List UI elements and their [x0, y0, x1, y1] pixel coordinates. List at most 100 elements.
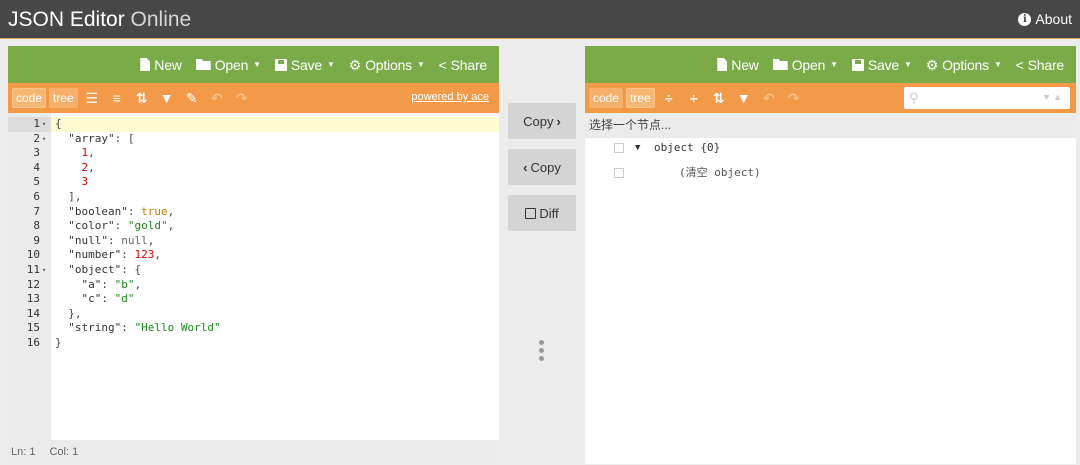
code-line[interactable]: 10 "number": 123, — [8, 248, 499, 263]
drag-handle-icon[interactable] — [614, 168, 624, 178]
gear-icon: ⚙ — [348, 56, 362, 73]
right-tree-mode-button[interactable]: tree — [626, 88, 655, 108]
undo-icon[interactable]: ↶ — [758, 87, 780, 109]
code-line[interactable]: 16} — [8, 336, 499, 351]
code-editor[interactable]: 1 ▾{2 ▾ "array": [3 1, 4 2, 5 36 ], 7 "boolea… — [8, 113, 499, 440]
line-number: 3 — [33, 146, 40, 160]
tree-search-input[interactable]: ⚲ ▼▲ — [904, 87, 1070, 109]
splitter-handle[interactable] — [539, 340, 545, 366]
code-line[interactable]: 6 ], — [8, 190, 499, 205]
cursor-column: Col: 1 — [49, 446, 79, 458]
caret-down-icon: ▼ — [416, 60, 425, 69]
code-line[interactable]: 12 "a": "b", — [8, 278, 499, 293]
code-text: 3 — [81, 175, 89, 189]
search-nav-arrows-icon[interactable]: ▼▲ — [1042, 92, 1064, 102]
code-text: "color": "gold", — [68, 219, 175, 233]
info-icon: i — [1018, 12, 1032, 26]
tree-root-node[interactable]: ▼ object {0} — [585, 138, 1076, 158]
fold-toggle-icon[interactable]: ▾ — [42, 117, 46, 132]
save-label: Save — [867, 56, 899, 73]
code-text: "object": { — [68, 263, 142, 276]
tree-empty-node[interactable]: (清空 object) — [585, 163, 1076, 183]
repair-wrench-icon[interactable]: ✎ — [181, 87, 203, 109]
new-label: New — [154, 56, 182, 73]
fold-toggle-icon[interactable]: ▾ — [42, 132, 46, 147]
format-icon[interactable]: ☰ — [81, 87, 103, 109]
app-title: JSON Editor Online — [8, 6, 191, 33]
copy-right-button[interactable]: Copy › — [508, 103, 576, 139]
code-text: "a": "b", — [81, 277, 142, 291]
right-share-button[interactable]: < Share — [1010, 51, 1070, 79]
expand-triangle-icon[interactable]: ▼ — [635, 138, 640, 158]
left-code-mode-button[interactable]: code — [12, 88, 47, 108]
code-line[interactable]: 7 "boolean": true, — [8, 205, 499, 220]
drag-handle-icon[interactable] — [614, 143, 624, 153]
line-number: 15 — [26, 321, 40, 335]
powered-by-ace-link[interactable]: powered by ace — [411, 91, 489, 103]
copy-left-button[interactable]: ‹ Copy — [508, 149, 576, 185]
left-share-button[interactable]: < Share — [433, 51, 493, 79]
tree-empty-label: (清空 object) — [679, 166, 761, 179]
expand-all-icon[interactable]: ÷ — [658, 87, 680, 109]
code-line[interactable]: 1 ▾ { — [8, 117, 499, 132]
share-icon: < — [438, 56, 447, 73]
code-line[interactable]: 2 ▾ "array": [ — [8, 132, 499, 147]
line-number: 7 — [33, 204, 40, 218]
left-new-button[interactable]: New — [134, 51, 187, 79]
filter-icon[interactable]: ▼ — [156, 87, 178, 109]
line-number: 11 — [26, 263, 40, 276]
code-text: }, — [55, 306, 82, 320]
left-tree-mode-button[interactable]: tree — [49, 88, 78, 108]
code-line[interactable]: 14 }, — [8, 307, 499, 322]
undo-icon[interactable]: ↶ — [206, 87, 228, 109]
code-line[interactable]: 5 3 — [8, 175, 499, 190]
redo-icon[interactable]: ↷ — [231, 87, 253, 109]
caret-down-icon: ▼ — [253, 60, 261, 69]
about-link[interactable]: i About — [1018, 11, 1072, 27]
left-editor-toolbar: code tree ☰ ≡ ⇅ ▼ ✎ ↶ ↷ powered by ace — [8, 83, 499, 113]
options-label: Options — [365, 56, 412, 73]
compact-icon[interactable]: ≡ — [106, 87, 128, 109]
save-label: Save — [290, 56, 322, 73]
open-label: Open — [791, 56, 826, 73]
code-line[interactable]: 13 "c": "d" — [8, 292, 499, 307]
caret-down-icon: ▼ — [904, 60, 912, 69]
share-label: Share — [1027, 56, 1065, 73]
line-number: 2 — [33, 131, 40, 145]
right-code-mode-button[interactable]: code — [589, 88, 624, 108]
code-text: 1, — [81, 146, 95, 160]
right-new-button[interactable]: New — [711, 51, 764, 79]
code-line[interactable]: 4 2, — [8, 161, 499, 176]
left-options-button[interactable]: ⚙ Options ▼ — [343, 51, 431, 79]
line-number: 16 — [26, 336, 40, 349]
collapse-all-icon[interactable]: ÷ — [683, 87, 705, 109]
caret-down-icon: ▼ — [830, 60, 838, 69]
code-line[interactable]: 15 "string": "Hello World" — [8, 321, 499, 336]
about-label: About — [1035, 11, 1072, 27]
redo-icon[interactable]: ↷ — [783, 87, 805, 109]
app-title-main: JSON Editor — [8, 8, 125, 31]
filter-icon[interactable]: ▼ — [733, 87, 755, 109]
folder-icon — [772, 59, 788, 70]
new-file-icon — [140, 58, 151, 71]
left-save-button[interactable]: Save ▼ — [269, 51, 341, 79]
sort-icon[interactable]: ⇅ — [131, 87, 153, 109]
sort-icon[interactable]: ⇅ — [708, 87, 730, 109]
code-line[interactable]: 3 1, — [8, 146, 499, 161]
right-save-button[interactable]: Save ▼ — [846, 51, 918, 79]
code-line[interactable]: 8 "color": "gold", — [8, 219, 499, 234]
code-text: "boolean": true, — [68, 204, 175, 218]
right-editor-panel: New Open ▼ Save ▼ ⚙ Options ▼ < Share code tr… — [585, 46, 1076, 464]
navigation-hint: 选择一个节点... — [589, 118, 672, 132]
code-text: "c": "d" — [81, 292, 135, 306]
right-options-button[interactable]: ⚙ Options ▼ — [920, 51, 1008, 79]
copy-right-label: Copy — [523, 113, 554, 129]
diff-button[interactable]: Diff — [508, 195, 576, 231]
left-main-menu: New Open ▼ Save ▼ ⚙ Options ▼ < Share — [8, 46, 499, 83]
right-open-button[interactable]: Open ▼ — [767, 51, 844, 79]
fold-toggle-icon[interactable]: ▾ — [42, 263, 46, 278]
code-line[interactable]: 9 "null": null, — [8, 234, 499, 249]
code-line[interactable]: 11 ▾ "object": { — [8, 263, 499, 278]
code-text: } — [55, 336, 62, 349]
left-open-button[interactable]: Open ▼ — [190, 51, 267, 79]
